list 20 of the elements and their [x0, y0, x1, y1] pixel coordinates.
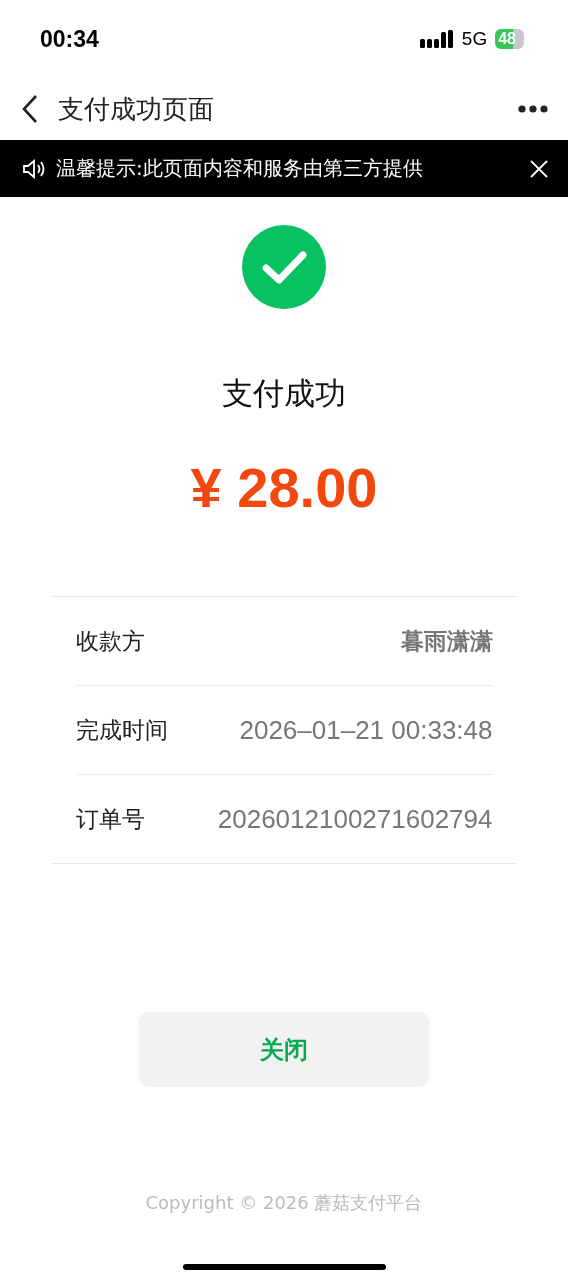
- detail-label: 完成时间: [75, 715, 168, 745]
- signal-icon: [419, 30, 454, 48]
- amount: ¥ 28.00: [190, 455, 378, 520]
- detail-label: 收款方: [75, 626, 145, 656]
- copyright-text: Copyright © 2026 蘑菇支付平台: [145, 1191, 423, 1215]
- more-icon[interactable]: [518, 105, 548, 113]
- page-title: 支付成功页面: [58, 92, 215, 126]
- success-check-icon: [242, 225, 326, 309]
- detail-value: 2026012100271602794: [217, 803, 493, 835]
- close-icon[interactable]: [530, 159, 548, 178]
- speaker-icon: [22, 158, 46, 179]
- notice-text: 温馨提示:此页面内容和服务由第三方提供: [56, 155, 424, 182]
- result-title: 支付成功: [222, 374, 346, 413]
- detail-value: 2026–01–21 00:33:48: [239, 714, 493, 746]
- detail-label: 订单号: [75, 804, 145, 834]
- status-time: 00:34: [40, 25, 99, 53]
- network-label: 5G: [461, 28, 488, 50]
- back-icon[interactable]: [20, 94, 40, 124]
- detail-value: 暮雨潇潇: [400, 626, 493, 656]
- close-button[interactable]: 关闭: [139, 1012, 429, 1087]
